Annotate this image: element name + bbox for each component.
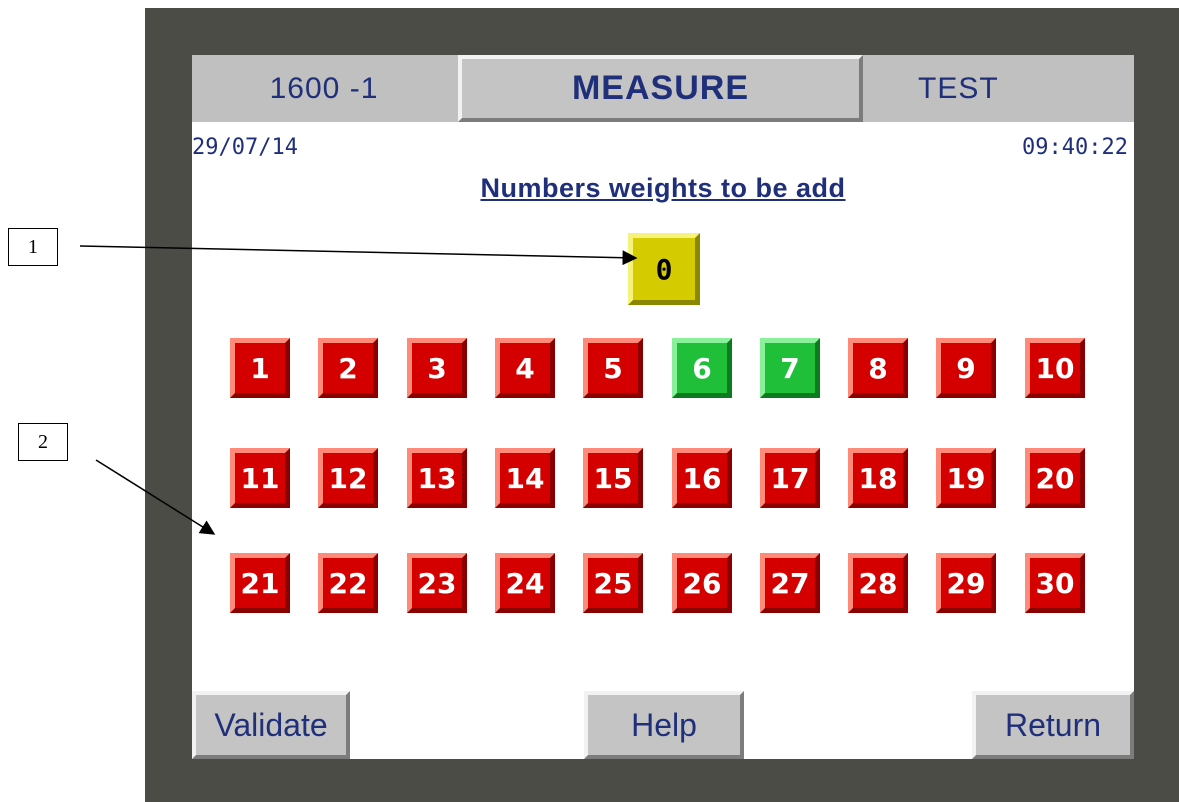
- weight-button-30[interactable]: 30: [1025, 553, 1085, 613]
- weight-button-21[interactable]: 21: [230, 553, 290, 613]
- page-title: MEASURE: [458, 55, 863, 122]
- date-display: 29/07/14: [192, 135, 298, 160]
- weight-button-12[interactable]: 12: [318, 448, 378, 508]
- weight-button-3[interactable]: 3: [407, 338, 467, 398]
- callout-2: 2: [18, 423, 68, 461]
- weight-button-5[interactable]: 5: [583, 338, 643, 398]
- weight-button-2[interactable]: 2: [318, 338, 378, 398]
- weight-button-24[interactable]: 24: [495, 553, 555, 613]
- hmi-screen: 1600 -1 MEASURE TEST 29/07/14 09:40:22 N…: [192, 55, 1134, 759]
- header-mode-label: TEST: [918, 71, 999, 105]
- page: 1600 -1 MEASURE TEST 29/07/14 09:40:22 N…: [0, 0, 1179, 802]
- time-display: 09:40:22: [1022, 135, 1128, 160]
- weight-button-18[interactable]: 18: [848, 448, 908, 508]
- weight-button-14[interactable]: 14: [495, 448, 555, 508]
- weight-button-20[interactable]: 20: [1025, 448, 1085, 508]
- weight-button-9[interactable]: 9: [936, 338, 996, 398]
- return-button[interactable]: Return: [972, 691, 1134, 759]
- weight-button-6[interactable]: 6: [672, 338, 732, 398]
- weight-button-26[interactable]: 26: [672, 553, 732, 613]
- weight-button-16[interactable]: 16: [672, 448, 732, 508]
- weight-button-4[interactable]: 4: [495, 338, 555, 398]
- weight-button-25[interactable]: 25: [583, 553, 643, 613]
- validate-button[interactable]: Validate: [192, 691, 350, 759]
- help-button[interactable]: Help: [584, 691, 744, 759]
- weight-button-7[interactable]: 7: [760, 338, 820, 398]
- section-title: Numbers weights to be add: [480, 173, 846, 203]
- weight-button-22[interactable]: 22: [318, 553, 378, 613]
- callout-1: 1: [8, 228, 58, 266]
- weight-button-17[interactable]: 17: [760, 448, 820, 508]
- weights-counter: 0: [628, 233, 700, 305]
- weight-button-19[interactable]: 19: [936, 448, 996, 508]
- weight-button-29[interactable]: 29: [936, 553, 996, 613]
- header-id-label: 1600 -1: [269, 71, 379, 105]
- weight-button-10[interactable]: 10: [1025, 338, 1085, 398]
- weight-button-1[interactable]: 1: [230, 338, 290, 398]
- weight-button-13[interactable]: 13: [407, 448, 467, 508]
- weight-button-11[interactable]: 11: [230, 448, 290, 508]
- weight-button-23[interactable]: 23: [407, 553, 467, 613]
- weight-button-15[interactable]: 15: [583, 448, 643, 508]
- weight-button-28[interactable]: 28: [848, 553, 908, 613]
- weight-button-8[interactable]: 8: [848, 338, 908, 398]
- weight-button-27[interactable]: 27: [760, 553, 820, 613]
- header-bar: 1600 -1 MEASURE TEST: [192, 55, 1134, 122]
